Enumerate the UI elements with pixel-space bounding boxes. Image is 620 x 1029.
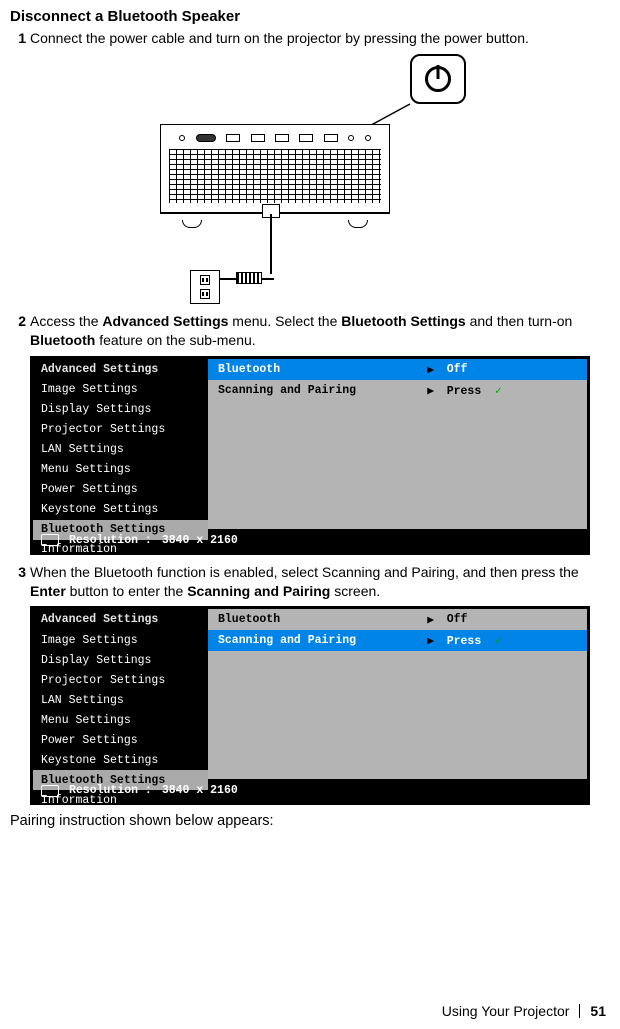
osd1-title: Advanced Settings xyxy=(33,359,208,380)
osd2-title: Advanced Settings xyxy=(33,609,208,630)
footer-page-number: 51 xyxy=(590,1003,606,1019)
osd1-item-image: Image Settings xyxy=(33,380,208,400)
osd2-item-projector: Projector Settings xyxy=(33,670,208,690)
step-3: 3 When the Bluetooth function is enabled… xyxy=(10,563,610,601)
check-icon: ✓ xyxy=(495,385,502,398)
check-icon: ✓ xyxy=(495,635,502,648)
osd1-row-bluetooth: Bluetooth ▶ Off xyxy=(208,359,587,380)
wall-outlet xyxy=(190,270,220,304)
step-2-text: Access the Advanced Settings menu. Selec… xyxy=(30,312,610,350)
projector-diagram xyxy=(150,54,470,304)
step-1: 1 Connect the power cable and turn on th… xyxy=(10,29,610,48)
footer-section: Using Your Projector xyxy=(442,1003,570,1019)
step-1-text: Connect the power cable and turn on the … xyxy=(30,29,610,48)
step-2: 2 Access the Advanced Settings menu. Sel… xyxy=(10,312,610,350)
step-2-number: 2 xyxy=(10,312,26,350)
step-3-number: 3 xyxy=(10,563,26,601)
osd1-item-lan: LAN Settings xyxy=(33,440,208,460)
step-1-number: 1 xyxy=(10,29,26,48)
projector-body xyxy=(160,124,390,214)
osd2-row-scanning: Scanning and Pairing ▶ Press ✓ xyxy=(208,630,587,651)
osd-menu-2: Advanced Settings Image Settings Display… xyxy=(30,606,590,805)
osd2-item-power: Power Settings xyxy=(33,730,208,750)
osd1-item-display: Display Settings xyxy=(33,400,208,420)
osd-menu-1: Advanced Settings Image Settings Display… xyxy=(30,356,590,555)
right-arrow-icon: ▶ xyxy=(423,633,439,648)
page-footer: Using Your Projector 51 xyxy=(442,1003,606,1019)
osd1-item-power: Power Settings xyxy=(33,480,208,500)
osd2-item-keystone: Keystone Settings xyxy=(33,750,208,770)
osd2-left-pane: Advanced Settings Image Settings Display… xyxy=(33,609,208,779)
osd2-resolution-label: Resolution : xyxy=(69,784,152,797)
right-arrow-icon: ▶ xyxy=(423,612,439,627)
osd1-right-pane: Bluetooth ▶ Off Scanning and Pairing ▶ P… xyxy=(208,359,587,529)
cable-ferrite xyxy=(236,272,262,284)
projector-grille xyxy=(169,149,381,203)
osd1-resolution-value: 3840 x 2160 xyxy=(162,534,238,547)
osd1-item-menu: Menu Settings xyxy=(33,460,208,480)
step-3-text: When the Bluetooth function is enabled, … xyxy=(30,563,610,601)
power-icon xyxy=(425,66,451,92)
monitor-icon xyxy=(41,785,59,797)
projector-ports xyxy=(169,131,381,145)
osd1-resolution-label: Resolution : xyxy=(69,534,152,547)
osd2-item-menu: Menu Settings xyxy=(33,710,208,730)
monitor-icon xyxy=(41,534,59,546)
power-cable xyxy=(270,214,272,274)
osd2-row-bluetooth: Bluetooth ▶ Off xyxy=(208,609,587,630)
osd1-item-keystone: Keystone Settings xyxy=(33,500,208,520)
right-arrow-icon: ▶ xyxy=(423,362,439,377)
right-arrow-icon: ▶ xyxy=(423,383,439,398)
osd2-right-pane: Bluetooth ▶ Off Scanning and Pairing ▶ P… xyxy=(208,609,587,779)
osd2-item-lan: LAN Settings xyxy=(33,690,208,710)
osd2-item-display: Display Settings xyxy=(33,650,208,670)
osd2-item-image: Image Settings xyxy=(33,630,208,650)
pairing-instruction-text: Pairing instruction shown below appears: xyxy=(10,813,610,829)
osd1-left-pane: Advanced Settings Image Settings Display… xyxy=(33,359,208,529)
footer-separator xyxy=(579,1004,580,1018)
section-title: Disconnect a Bluetooth Speaker xyxy=(10,8,610,25)
osd1-row-scanning: Scanning and Pairing ▶ Press ✓ xyxy=(208,380,587,401)
osd1-item-projector: Projector Settings xyxy=(33,420,208,440)
osd2-resolution-value: 3840 x 2160 xyxy=(162,784,238,797)
power-button-callout xyxy=(410,54,466,104)
